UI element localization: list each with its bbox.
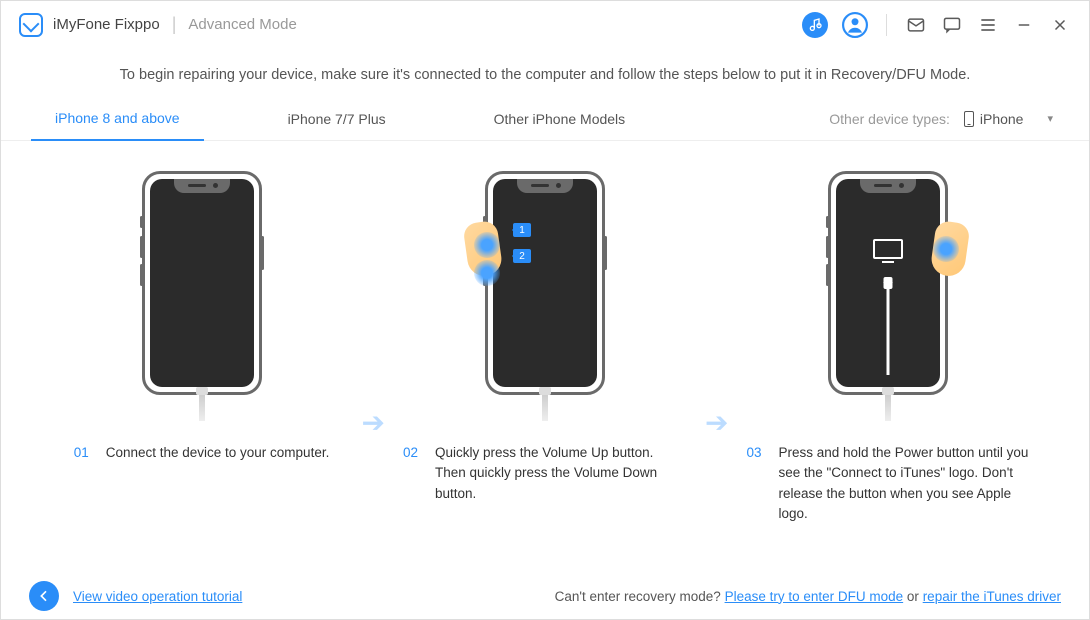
mail-icon[interactable] xyxy=(905,14,927,36)
title-bar: iMyFone Fixppo | Advanced Mode xyxy=(1,1,1089,49)
volume-tag-2: 2 xyxy=(513,249,531,263)
or-text: or xyxy=(907,589,923,604)
step-3: 03 Press and hold the Power button until… xyxy=(738,171,1038,524)
device-selected: iPhone xyxy=(980,111,1024,127)
press-indicator-icon xyxy=(474,260,500,286)
app-mode: Advanced Mode xyxy=(188,16,296,33)
back-button[interactable] xyxy=(29,581,59,611)
arrow-right-icon: ➔ xyxy=(705,406,728,439)
volume-tag-1: 1 xyxy=(513,223,531,237)
step1-illustration xyxy=(137,171,267,421)
tabs-row: iPhone 8 and above iPhone 7/7 Plus Other… xyxy=(1,97,1089,141)
menu-icon[interactable] xyxy=(977,14,999,36)
footer: View video operation tutorial Can't ente… xyxy=(1,573,1089,619)
step-1: 01 Connect the device to your computer. xyxy=(52,171,352,463)
step-2: 1 2 02 Quickly press the Volume Up butto… xyxy=(395,171,695,504)
app-window: iMyFone Fixppo | Advanced Mode xyxy=(0,0,1090,620)
step2-illustration: 1 2 xyxy=(480,171,610,421)
device-types-label: Other device types: xyxy=(829,111,950,127)
video-tutorial-link[interactable]: View video operation tutorial xyxy=(73,589,242,604)
feedback-icon[interactable] xyxy=(941,14,963,36)
lightning-cable-icon xyxy=(887,287,890,375)
titlebar-right xyxy=(802,12,1071,38)
step-1-num: 01 xyxy=(74,443,96,463)
tab-iphone-7[interactable]: iPhone 7/7 Plus xyxy=(264,97,410,141)
cant-enter-text: Can't enter recovery mode? xyxy=(555,589,725,604)
cable-icon xyxy=(542,393,548,421)
music-update-icon[interactable] xyxy=(802,12,828,38)
tab-other-iphone[interactable]: Other iPhone Models xyxy=(470,97,650,141)
device-type-selector: Other device types: iPhone ▾ xyxy=(829,107,1059,131)
footer-right: Can't enter recovery mode? Please try to… xyxy=(555,589,1061,604)
press-indicator-icon xyxy=(474,232,500,258)
step-2-text: Quickly press the Volume Up button. Then… xyxy=(435,443,687,504)
cable-icon xyxy=(885,393,891,421)
steps-area: 01 Connect the device to your computer. … xyxy=(1,141,1089,573)
step3-illustration xyxy=(823,171,953,421)
account-icon[interactable] xyxy=(842,12,868,38)
chevron-down-icon: ▾ xyxy=(1047,112,1053,125)
instruction-text: To begin repairing your device, make sur… xyxy=(1,49,1089,97)
tab-iphone-8-above[interactable]: iPhone 8 and above xyxy=(31,97,204,141)
dfu-mode-link[interactable]: Please try to enter DFU mode xyxy=(725,589,904,604)
monitor-icon xyxy=(873,239,903,259)
step-3-num: 03 xyxy=(746,443,768,524)
close-icon[interactable] xyxy=(1049,14,1071,36)
step-1-text: Connect the device to your computer. xyxy=(106,443,330,463)
arrow-right-icon: ➔ xyxy=(362,406,385,439)
repair-driver-link[interactable]: repair the iTunes driver xyxy=(923,589,1061,604)
app-title: iMyFone Fixppo xyxy=(53,16,160,33)
app-logo-icon xyxy=(19,13,43,37)
phone-icon xyxy=(964,111,974,127)
title-divider: | xyxy=(172,14,177,35)
titlebar-separator xyxy=(886,14,887,36)
device-type-dropdown[interactable]: iPhone ▾ xyxy=(958,107,1059,131)
cable-icon xyxy=(199,393,205,421)
tabs: iPhone 8 and above iPhone 7/7 Plus Other… xyxy=(31,97,709,141)
step-3-text: Press and hold the Power button until yo… xyxy=(778,443,1030,524)
step-2-num: 02 xyxy=(403,443,425,504)
minimize-icon[interactable] xyxy=(1013,14,1035,36)
